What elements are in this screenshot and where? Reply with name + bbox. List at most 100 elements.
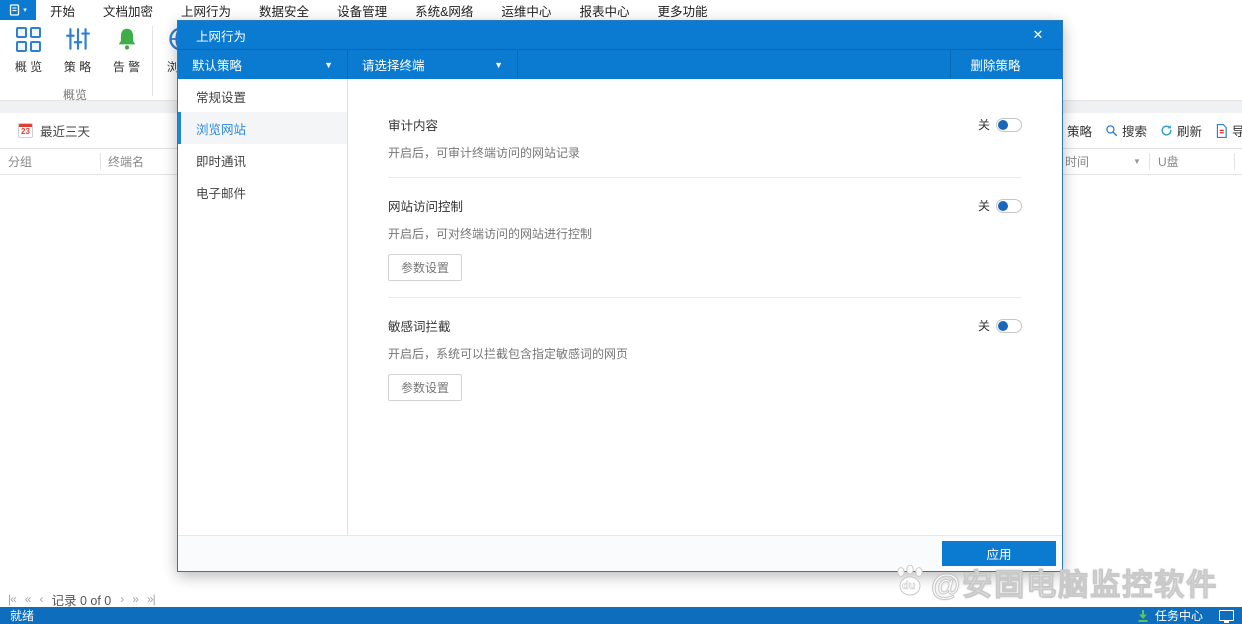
export-button[interactable]: 导出 bbox=[1215, 121, 1242, 140]
calendar-icon: 23 bbox=[18, 123, 33, 138]
dialog-body: 常规设置 浏览网站 即时通讯 电子邮件 审计内容 关 开启后，可审计终端访问的网… bbox=[178, 79, 1062, 535]
column-header-udisk[interactable]: U盘 bbox=[1158, 149, 1179, 174]
ribbon-item-label: 策 略 bbox=[63, 60, 92, 74]
toggle-state-label: 关 bbox=[977, 199, 990, 213]
column-filter-caret-icon[interactable]: ▼ bbox=[1133, 149, 1141, 174]
toolbar-label: 策略 bbox=[1067, 125, 1093, 139]
section-website-access-control: 网站访问控制 关 开启后，可对终端访问的网站进行控制 参数设置 bbox=[388, 178, 1022, 298]
alert-bell-icon bbox=[118, 28, 135, 50]
date-filter-label: 最近三天 bbox=[40, 125, 91, 139]
ribbon-item-alert[interactable]: 告 警 bbox=[102, 22, 151, 84]
overview-grid-icon bbox=[16, 26, 41, 52]
search-icon bbox=[1106, 125, 1118, 137]
status-bar: 就绪 任务中心 bbox=[0, 607, 1242, 624]
app-window: ▾ 开始 文档加密 上网行为 数据安全 设备管理 系统&网络 运维中心 报表中心… bbox=[0, 0, 1242, 624]
ribbon-item-policy[interactable]: 策 略 bbox=[53, 22, 102, 84]
pagination-prev-button[interactable]: ‹ bbox=[39, 592, 43, 606]
pagination-bar: |« « ‹ 记录 0 of 0 › » »| bbox=[8, 590, 156, 608]
pagination-last-button[interactable]: »| bbox=[147, 592, 156, 606]
ribbon-group-divider bbox=[152, 26, 153, 96]
audit-content-toggle[interactable] bbox=[996, 117, 1022, 132]
pagination-prev-group-button[interactable]: « bbox=[25, 592, 32, 606]
policy-select-dropdown[interactable]: 默认策略 ▼ bbox=[178, 50, 348, 79]
policy-sliders-icon bbox=[65, 28, 90, 50]
refresh-icon bbox=[1161, 125, 1172, 136]
delete-policy-button[interactable]: 删除策略 bbox=[950, 50, 1040, 79]
ribbon-item-label: 告 警 bbox=[112, 60, 141, 74]
column-separator[interactable] bbox=[100, 153, 101, 170]
chevron-down-icon: ▼ bbox=[324, 59, 333, 70]
section-description: 开启后，可对终端访问的网站进行控制 bbox=[388, 227, 593, 241]
column-separator[interactable] bbox=[1234, 153, 1235, 170]
dialog-content: 审计内容 关 开启后，可审计终端访问的网站记录 网站访问控制 关 开启后，可对终… bbox=[348, 79, 1062, 535]
column-header-time[interactable]: 时间 bbox=[1065, 149, 1089, 174]
section-description: 开启后，可审计终端访问的网站记录 bbox=[388, 146, 581, 160]
section-description: 开启后，系统可以拦截包含指定敏感词的网页 bbox=[388, 347, 629, 361]
dialog-titlebar: 上网行为 ✕ bbox=[178, 21, 1062, 49]
section-title: 审计内容 bbox=[388, 119, 439, 133]
sidebar-item-email[interactable]: 电子邮件 bbox=[178, 176, 347, 208]
toggle-knob bbox=[998, 119, 1008, 130]
column-header-terminal[interactable]: 终端名 bbox=[108, 149, 144, 174]
menu-tab-more-features[interactable]: 更多功能 bbox=[643, 0, 721, 20]
menu-tab-device-mgmt[interactable]: 设备管理 bbox=[323, 0, 401, 20]
ribbon-item-label: 概 览 bbox=[14, 60, 43, 74]
column-separator[interactable] bbox=[1149, 153, 1150, 170]
toolbar-label: 刷新 bbox=[1177, 125, 1203, 139]
section-title: 网站访问控制 bbox=[388, 200, 464, 214]
sidebar-item-browse-website[interactable]: 浏览网站 bbox=[178, 112, 347, 144]
toggle-state-label: 关 bbox=[977, 118, 990, 132]
sensitive-word-toggle[interactable] bbox=[996, 318, 1022, 333]
toolbar-label: 导出 bbox=[1232, 125, 1242, 139]
menu-tab-start[interactable]: 开始 bbox=[36, 0, 89, 20]
internet-behavior-dialog: 上网行为 ✕ 默认策略 ▼ 请选择终端 ▼ 删除策略 常规设置 浏览网站 即时通… bbox=[177, 20, 1063, 572]
toggle-knob bbox=[998, 200, 1008, 211]
app-menu-caret-icon: ▾ bbox=[23, 6, 27, 14]
menu-tab-report-center[interactable]: 报表中心 bbox=[565, 0, 643, 20]
menu-tab-ops-center[interactable]: 运维中心 bbox=[487, 0, 565, 20]
ribbon-item-overview[interactable]: 概 览 bbox=[4, 22, 53, 84]
column-header-group[interactable]: 分组 bbox=[8, 149, 32, 174]
pagination-first-button[interactable]: |« bbox=[8, 592, 17, 606]
toggle-knob bbox=[998, 320, 1008, 331]
close-icon[interactable]: ✕ bbox=[1022, 21, 1054, 49]
param-settings-button[interactable]: 参数设置 bbox=[388, 254, 463, 281]
status-ready-text: 就绪 bbox=[10, 609, 35, 623]
monitor-icon[interactable] bbox=[1219, 610, 1234, 623]
terminal-select-value: 请选择终端 bbox=[362, 59, 425, 73]
menu-tab-internet-behavior[interactable]: 上网行为 bbox=[167, 0, 245, 20]
menu-tab-system-network[interactable]: 系统&网络 bbox=[401, 0, 487, 20]
section-title: 敏感词拦截 bbox=[388, 320, 451, 334]
section-sensitive-word-block: 敏感词拦截 关 开启后，系统可以拦截包含指定敏感词的网页 参数设置 bbox=[388, 298, 1022, 417]
dialog-sidebar: 常规设置 浏览网站 即时通讯 电子邮件 bbox=[178, 79, 348, 535]
app-menu-button[interactable]: ▾ bbox=[0, 0, 36, 20]
toolbar-label: 搜索 bbox=[1122, 125, 1148, 139]
sidebar-item-general-settings[interactable]: 常规设置 bbox=[178, 80, 347, 112]
task-center-button[interactable]: 任务中心 bbox=[1155, 607, 1203, 624]
record-count-text: 记录 0 of 0 bbox=[51, 593, 112, 608]
menu-tab-data-security[interactable]: 数据安全 bbox=[245, 0, 323, 20]
date-filter[interactable]: 23 最近三天 bbox=[0, 113, 177, 148]
right-toolbar: 策略 搜索 刷新 导出 bbox=[1050, 113, 1242, 148]
terminal-select-dropdown[interactable]: 请选择终端 ▼ bbox=[348, 50, 518, 79]
policy-select-value: 默认策略 bbox=[192, 59, 243, 73]
website-access-toggle[interactable] bbox=[996, 198, 1022, 213]
dialog-footer: 应用 bbox=[178, 535, 1062, 571]
toggle-state-label: 关 bbox=[977, 319, 990, 333]
refresh-button[interactable]: 刷新 bbox=[1160, 121, 1202, 140]
dialog-title: 上网行为 bbox=[196, 29, 247, 44]
task-download-icon bbox=[1138, 610, 1148, 622]
section-audit-content: 审计内容 关 开启后，可审计终端访问的网站记录 bbox=[388, 115, 1022, 178]
pagination-next-button[interactable]: › bbox=[120, 592, 124, 606]
param-settings-button[interactable]: 参数设置 bbox=[388, 374, 463, 401]
search-button[interactable]: 搜索 bbox=[1105, 121, 1147, 140]
menu-tab-doc-encrypt[interactable]: 文档加密 bbox=[89, 0, 167, 20]
menu-bar: ▾ 开始 文档加密 上网行为 数据安全 设备管理 系统&网络 运维中心 报表中心… bbox=[0, 0, 1242, 20]
apply-button[interactable]: 应用 bbox=[942, 541, 1056, 566]
sidebar-item-instant-messaging[interactable]: 即时通讯 bbox=[178, 144, 347, 176]
dialog-filterbar: 默认策略 ▼ 请选择终端 ▼ 删除策略 bbox=[178, 49, 1062, 79]
chevron-down-icon: ▼ bbox=[494, 59, 503, 70]
app-menu-icon bbox=[10, 4, 20, 16]
pagination-next-group-button[interactable]: » bbox=[132, 592, 139, 606]
export-file-icon bbox=[1216, 123, 1227, 138]
